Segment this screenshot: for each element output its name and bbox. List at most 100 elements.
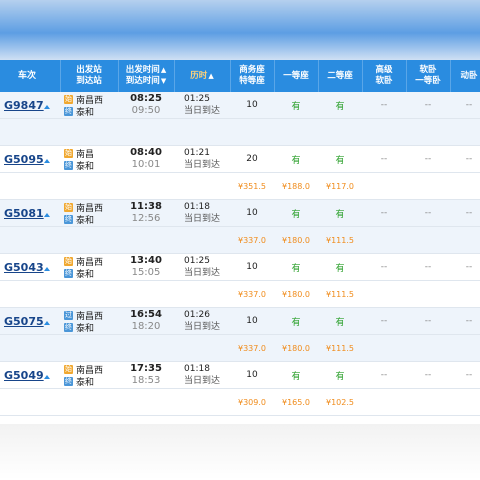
- second-class-seats[interactable]: 有: [318, 145, 362, 173]
- duration-cell: 01:21 当日到达: [174, 145, 230, 173]
- train-number-link[interactable]: G5081: [4, 207, 44, 220]
- business-seats[interactable]: 20: [230, 145, 274, 173]
- soft-sleeper-seats: --: [406, 253, 450, 281]
- moving-sleeper-seats: --: [450, 92, 480, 119]
- expand-stops-icon[interactable]: [44, 267, 50, 271]
- first-class-seats[interactable]: 有: [274, 92, 318, 119]
- price-spacer: [0, 280, 230, 308]
- expand-stops-icon[interactable]: [44, 321, 50, 325]
- duration: 01:18: [184, 364, 210, 374]
- second-class-seats[interactable]: 有: [318, 253, 362, 281]
- price-second: ¥111.5: [318, 280, 362, 308]
- price-row: ¥337.0 ¥180.0 ¥111.5: [0, 280, 480, 308]
- sort-down-icon[interactable]: ▼: [161, 77, 166, 85]
- deluxe-sleeper-seats: --: [362, 253, 406, 281]
- header-depart: 出发时间: [125, 65, 160, 75]
- train-number-link[interactable]: G5075: [4, 315, 44, 328]
- arrive-day: 当日到达: [184, 160, 221, 170]
- train-cell: G5049: [0, 361, 60, 389]
- sort-up-icon[interactable]: ▲: [161, 66, 166, 74]
- header-second-class: 二等座: [318, 60, 363, 92]
- train-row[interactable]: G5095 始南昌终泰和 08:40 10:01 01:21 当日到达 20 有有 -- -- --: [0, 145, 480, 173]
- header-to: 到达站: [76, 76, 102, 86]
- times-cell: 17:35 18:53: [118, 361, 174, 389]
- train-cell: G5043: [0, 253, 60, 281]
- train-number-link[interactable]: G9847: [4, 99, 44, 112]
- duration: 01:18: [184, 202, 210, 212]
- deluxe-sleeper-seats: --: [362, 199, 406, 227]
- deluxe-sleeper-seats: --: [362, 307, 406, 335]
- header-times[interactable]: 出发时间▲ 到达时间▼: [118, 60, 175, 92]
- train-cell: G5081: [0, 199, 60, 227]
- to-badge-icon: 终: [64, 376, 73, 386]
- train-row[interactable]: G5043 始南昌西终泰和 13:40 15:05 01:25 当日到达 10 有有 -- -- -…: [0, 253, 480, 281]
- duration-cell: 01:25 当日到达: [174, 253, 230, 281]
- header-soft-sleeper: 软卧 一等卧: [406, 60, 451, 92]
- first-class-seats[interactable]: 有: [274, 361, 318, 389]
- second-class-seats[interactable]: 有: [318, 199, 362, 227]
- second-class-seats[interactable]: 有: [318, 361, 362, 389]
- price-spacer-right: [362, 118, 480, 146]
- business-seats[interactable]: 10: [230, 253, 274, 281]
- first-class-seats[interactable]: 有: [274, 253, 318, 281]
- from-badge-icon: 始: [64, 202, 73, 212]
- to-badge-icon: 终: [64, 268, 73, 278]
- price-second: ¥117.0: [318, 172, 362, 200]
- from-badge-icon: 始: [64, 364, 73, 374]
- price-spacer-right: [362, 226, 480, 254]
- price-business: ¥337.0: [230, 334, 274, 362]
- stations-cell: 过南昌西终泰和: [60, 307, 118, 335]
- header-arrive: 到达时间: [125, 76, 160, 86]
- second-class-seats[interactable]: 有: [318, 307, 362, 335]
- first-class-seats[interactable]: 有: [274, 199, 318, 227]
- from-badge-icon: 始: [64, 148, 73, 158]
- first-class-seats[interactable]: 有: [274, 145, 318, 173]
- train-number-link[interactable]: G5043: [4, 261, 44, 274]
- price-spacer-right: [362, 334, 480, 362]
- expand-stops-icon[interactable]: [44, 159, 50, 163]
- price-spacer: [0, 118, 230, 146]
- train-row[interactable]: G5049 始南昌西终泰和 17:35 18:53 01:18 当日到达 10 有有 -- -- -…: [0, 361, 480, 389]
- second-class-seats[interactable]: 有: [318, 92, 362, 119]
- arrive-time: 18:20: [131, 321, 161, 332]
- to-badge-icon: 终: [64, 322, 73, 332]
- business-seats[interactable]: 10: [230, 199, 274, 227]
- price-spacer-right: [362, 280, 480, 308]
- price-first: ¥180.0: [274, 226, 318, 254]
- business-seats[interactable]: 10: [230, 92, 274, 119]
- train-number-link[interactable]: G5049: [4, 369, 44, 382]
- arrive-time: 12:56: [131, 213, 161, 224]
- price-row: ¥309.0 ¥165.0 ¥102.5: [0, 388, 480, 416]
- price-row: ¥337.0 ¥180.0 ¥111.5: [0, 334, 480, 362]
- header-business: 商务座 特等座: [230, 60, 275, 92]
- business-seats[interactable]: 10: [230, 361, 274, 389]
- from-badge-icon: 始: [64, 94, 73, 104]
- train-row[interactable]: G5081 始南昌西终泰和 11:38 12:56 01:18 当日到达 10 有有 -- -- -…: [0, 199, 480, 227]
- moving-sleeper-seats: --: [450, 145, 480, 173]
- train-row[interactable]: G5075 过南昌西终泰和 16:54 18:20 01:26 当日到达 10 有有 -- -- -…: [0, 307, 480, 335]
- deluxe-sleeper-seats: --: [362, 92, 406, 119]
- price-spacer: [0, 334, 230, 362]
- expand-stops-icon[interactable]: [44, 375, 50, 379]
- from-badge-icon: 过: [64, 310, 73, 320]
- ticket-table: 车次 出发站 到达站 出发时间▲ 到达时间▼ 历时▲ 商务座 特等座 一等座 二等…: [0, 60, 480, 416]
- to-station: 泰和: [76, 269, 95, 280]
- expand-stops-icon[interactable]: [44, 105, 50, 109]
- header-duration[interactable]: 历时▲: [174, 60, 231, 92]
- price-first: ¥180.0: [274, 280, 318, 308]
- train-number-link[interactable]: G5095: [4, 153, 44, 166]
- header-train[interactable]: 车次: [0, 60, 61, 92]
- soft-sleeper-seats: --: [406, 92, 450, 119]
- header-stations[interactable]: 出发站 到达站: [60, 60, 119, 92]
- expand-stops-icon[interactable]: [44, 213, 50, 217]
- times-cell: 13:40 15:05: [118, 253, 174, 281]
- price-spacer: [0, 388, 230, 416]
- price-business: ¥337.0: [230, 280, 274, 308]
- moving-sleeper-seats: --: [450, 361, 480, 389]
- train-row[interactable]: G9847 始南昌西终泰和 08:25 09:50 01:25 当日到达 10 有有 -- -- -…: [0, 92, 480, 119]
- top-banner: [0, 0, 480, 60]
- business-seats[interactable]: 10: [230, 307, 274, 335]
- header-deluxe-sleeper: 高级 软卧: [362, 60, 407, 92]
- first-class-seats[interactable]: 有: [274, 307, 318, 335]
- stations-cell: 始南昌西终泰和: [60, 361, 118, 389]
